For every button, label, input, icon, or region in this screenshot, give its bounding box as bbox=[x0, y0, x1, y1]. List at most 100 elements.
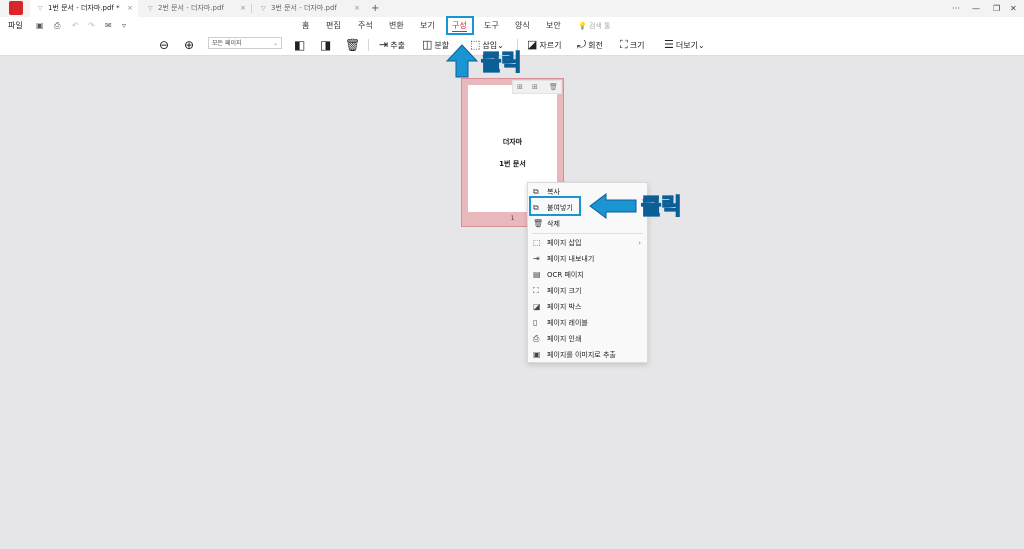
extract-button[interactable]: ⇥ 추출 bbox=[379, 35, 405, 55]
ctx-export-page[interactable]: ⇥ 페이지 내보내기 bbox=[528, 251, 647, 267]
menu-view[interactable]: 보기 bbox=[420, 17, 435, 35]
tab-document-1[interactable]: ▽ 1번 문서 - 더자마.pdf * × bbox=[30, 0, 138, 17]
insert-label: 삽입 bbox=[482, 41, 498, 50]
crop-label: 자르기 bbox=[539, 41, 562, 50]
app-logo-icon bbox=[9, 1, 23, 15]
insert-after-icon[interactable]: ⊞ bbox=[532, 81, 538, 93]
page-range-value: 모든 페이지 bbox=[212, 40, 242, 47]
annotation-arrow-left bbox=[589, 193, 637, 219]
lightbulb-icon: 💡 bbox=[578, 22, 587, 30]
toolbar-divider bbox=[517, 39, 518, 51]
extract-icon: ⇥ bbox=[379, 38, 389, 51]
image-icon: ▣ bbox=[533, 350, 541, 359]
ctx-ocr-page[interactable]: ▤ OCR 페이지 bbox=[528, 267, 647, 283]
delete-page-icon[interactable]: 🗑 bbox=[345, 38, 360, 52]
export-icon: ⇥ bbox=[533, 254, 540, 263]
thumbnail-toolbar: ⊞ ⊞ 🗑 bbox=[512, 80, 562, 94]
mail-icon[interactable]: ✉ bbox=[105, 20, 112, 32]
zoom-out-icon[interactable]: ⊖ bbox=[159, 38, 169, 52]
tab-close-icon[interactable]: × bbox=[127, 0, 133, 17]
more-label: 더보기 bbox=[675, 41, 698, 50]
undo-icon[interactable]: ↶ bbox=[72, 20, 79, 32]
ctx-page-size-label: 페이지 크기 bbox=[547, 287, 582, 295]
toolbar-divider bbox=[368, 39, 369, 51]
more-options-icon[interactable]: ··· bbox=[952, 0, 960, 17]
ctx-page-box[interactable]: ◪ 페이지 박스 bbox=[528, 299, 647, 315]
crop-button[interactable]: ◪ 자르기 bbox=[527, 35, 562, 55]
page-range-select[interactable]: 모든 페이지 ⌄ bbox=[208, 37, 282, 49]
close-window-icon[interactable]: ✕ bbox=[1010, 0, 1017, 17]
insert-after-icon[interactable]: ◨ bbox=[320, 38, 331, 52]
tool-search[interactable]: 💡 검색 툴 bbox=[578, 17, 611, 35]
page-size-icon: ⛶ bbox=[533, 286, 539, 295]
thumbnail-text-document: 1번 문서 bbox=[499, 160, 526, 168]
minimize-icon[interactable]: — bbox=[972, 0, 980, 17]
thumbnail-text-brand: 더자마 bbox=[502, 138, 523, 146]
ctx-insert-page[interactable]: ⬚ 페이지 삽입 › bbox=[528, 235, 647, 251]
menu-convert[interactable]: 변환 bbox=[389, 17, 404, 35]
insert-before-icon[interactable]: ⊞ bbox=[517, 81, 523, 93]
more-button[interactable]: ☰ 더보기⌄ bbox=[664, 35, 705, 55]
tab-divider bbox=[251, 4, 252, 13]
tab-document-2[interactable]: ▽ 2번 문서 - 더자마.pdf × bbox=[140, 0, 251, 17]
redo-icon[interactable]: ↷ bbox=[88, 20, 95, 32]
trash-icon: 🗑 bbox=[533, 219, 544, 228]
pdf-file-icon: ▽ bbox=[261, 5, 266, 12]
page-box-icon: ◪ bbox=[533, 302, 541, 311]
print-icon: ⎙ bbox=[533, 334, 540, 343]
menu-comment[interactable]: 주석 bbox=[358, 17, 373, 35]
annotation-arrow-up bbox=[446, 44, 478, 78]
trash-icon[interactable]: 🗑 bbox=[549, 81, 558, 93]
crop-icon: ◪ bbox=[527, 38, 538, 51]
ctx-page-label[interactable]: ▯ 페이지 레이블 bbox=[528, 315, 647, 331]
menu-divider bbox=[532, 233, 643, 234]
ribbon-menu-bar: 파일 ▣ ⎙ ↶ ↷ ✉ ▿ 홈 편집 주석 변환 보기 구성 도구 양식 보안… bbox=[0, 17, 1024, 35]
list-icon: ☰ bbox=[664, 38, 674, 51]
ctx-insert-page-label: 페이지 삽입 bbox=[547, 239, 582, 247]
menu-security[interactable]: 보안 bbox=[546, 17, 561, 35]
tab-close-icon[interactable]: × bbox=[240, 0, 246, 17]
ctx-print-page-label: 페이지 인쇄 bbox=[547, 335, 582, 343]
file-menu[interactable]: 파일 bbox=[8, 17, 23, 35]
chevron-right-icon: › bbox=[638, 239, 641, 247]
ctx-page-label-label: 페이지 레이블 bbox=[547, 319, 588, 327]
new-tab-button[interactable]: + bbox=[371, 0, 379, 17]
chevron-down-icon: ⌄ bbox=[497, 41, 504, 50]
pdf-file-icon: ▽ bbox=[148, 5, 153, 12]
menu-home[interactable]: 홈 bbox=[302, 17, 309, 35]
save-icon[interactable]: ▣ bbox=[36, 20, 44, 32]
split-icon: ◫ bbox=[422, 38, 433, 51]
ctx-extract-as-image-label: 페이지를 이미지로 추출 bbox=[547, 351, 616, 359]
annotation-click-right: 클릭 bbox=[640, 195, 682, 221]
insert-page-icon: ⬚ bbox=[533, 238, 541, 247]
chevron-down-icon: ⌄ bbox=[272, 40, 278, 47]
page-label-icon: ▯ bbox=[533, 318, 538, 327]
zoom-in-icon[interactable]: ⊕ bbox=[184, 38, 194, 52]
tool-search-label: 검색 툴 bbox=[588, 22, 611, 30]
customize-icon[interactable]: ▿ bbox=[122, 20, 126, 32]
tab-label: 3번 문서 - 더자마.pdf bbox=[271, 4, 337, 12]
ctx-page-size[interactable]: ⛶ 페이지 크기 bbox=[528, 283, 647, 299]
page-size-label: 크기 bbox=[629, 41, 645, 50]
ctx-export-page-label: 페이지 내보내기 bbox=[547, 255, 595, 263]
print-icon[interactable]: ⎙ bbox=[54, 20, 60, 32]
highlight-box-paste bbox=[529, 196, 581, 216]
tab-close-icon[interactable]: × bbox=[354, 0, 360, 17]
menu-edit[interactable]: 편집 bbox=[326, 17, 341, 35]
annotation-click-top: 클릭 bbox=[480, 51, 522, 77]
chevron-down-icon: ⌄ bbox=[697, 41, 705, 50]
rotate-button[interactable]: ⤾ 회전 bbox=[577, 35, 603, 55]
tab-label: 1번 문서 - 더자마.pdf * bbox=[48, 4, 120, 12]
tab-document-3[interactable]: ▽ 3번 문서 - 더자마.pdf × bbox=[253, 0, 365, 17]
menu-tools[interactable]: 도구 bbox=[484, 17, 499, 35]
insert-before-icon[interactable]: ◧ bbox=[294, 38, 305, 52]
page-size-button[interactable]: ⛶ 크기 bbox=[620, 35, 644, 55]
tab-label: 2번 문서 - 더자마.pdf bbox=[158, 4, 224, 12]
ctx-extract-as-image[interactable]: ▣ 페이지를 이미지로 추출 bbox=[528, 347, 647, 363]
extract-label: 추출 bbox=[390, 41, 405, 50]
highlight-box-organize bbox=[446, 16, 474, 35]
restore-icon[interactable]: ❐ bbox=[993, 0, 1000, 17]
rotate-icon: ⤾ bbox=[577, 38, 587, 51]
ctx-print-page[interactable]: ⎙ 페이지 인쇄 bbox=[528, 331, 647, 347]
menu-forms[interactable]: 양식 bbox=[515, 17, 530, 35]
